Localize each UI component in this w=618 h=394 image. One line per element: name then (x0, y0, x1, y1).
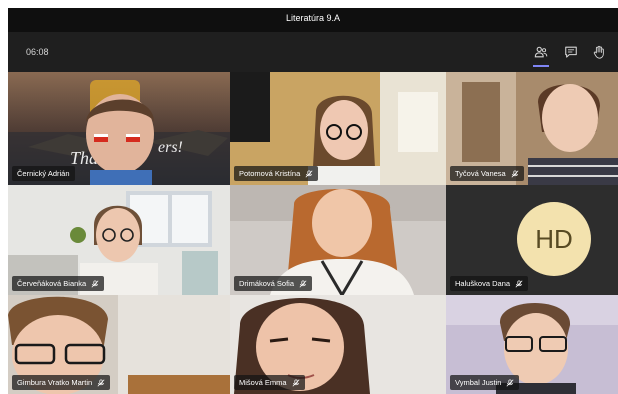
participant-tile[interactable]: Thank ers! Černický Adrián (8, 72, 230, 185)
participant-name-tag: Potomová Kristína (234, 166, 319, 181)
raise-hand-button[interactable] (588, 41, 610, 63)
meeting-title: Literatúra 9.A (285, 13, 341, 23)
participant-name: Vymbal Justin (455, 378, 502, 387)
participant-tile[interactable]: Potomová Kristína (230, 72, 446, 185)
microphone-muted-icon (305, 169, 313, 177)
participant-tile[interactable]: HD Haluškova Dana (446, 185, 618, 295)
participant-name: Haluškova Dana (455, 279, 511, 288)
participant-name-tag: Černický Adrián (12, 166, 75, 181)
participant-name: Černický Adrián (17, 169, 70, 178)
microphone-muted-icon (511, 169, 519, 177)
svg-text:ers!: ers! (158, 139, 183, 156)
participant-name: Mišová Emma (239, 378, 287, 387)
participant-name-tag: Gimbura Vratko Martin (12, 375, 111, 390)
microphone-muted-icon (299, 279, 307, 287)
participant-name-tag: Mišová Emma (234, 375, 305, 390)
participant-tile[interactable]: Červeňáková Bianka (8, 185, 230, 295)
microphone-muted-icon (506, 378, 514, 386)
participant-tile[interactable]: Vymbal Justin (446, 295, 618, 394)
microphone-muted-icon (97, 378, 105, 386)
microphone-muted-icon (91, 279, 99, 287)
microphone-muted-icon (515, 279, 523, 287)
participants-button[interactable] (530, 41, 552, 67)
participant-name-tag: Vymbal Justin (450, 375, 520, 390)
teams-meeting-window: Literatúra 9.A 06:08 Thank ers! Černický… (8, 8, 618, 394)
participant-name: Tyčová Vanesa (455, 169, 506, 178)
participant-tile[interactable]: Drimáková Sofia (230, 185, 446, 295)
meeting-timer: 06:08 (26, 47, 49, 57)
participant-tile[interactable]: Gimbura Vratko Martin (8, 295, 230, 394)
participant-name: Drimáková Sofia (239, 279, 295, 288)
chat-icon (565, 46, 577, 58)
participant-name-tag: Haluškova Dana (450, 276, 529, 291)
title-bar: Literatúra 9.A (8, 8, 618, 32)
participant-name-tag: Drimáková Sofia (234, 276, 313, 291)
participant-name: Gimbura Vratko Martin (17, 378, 93, 387)
participant-tile[interactable]: Tyčová Vanesa (446, 72, 618, 185)
chat-button[interactable] (560, 41, 582, 63)
participant-tile[interactable]: Mišová Emma (230, 295, 446, 394)
meeting-toolbar: 06:08 (8, 32, 618, 72)
participant-name-tag: Tyčová Vanesa (450, 166, 524, 181)
participants-icon (534, 46, 548, 58)
video-grid: Thank ers! Černický Adrián Potomová Kris… (8, 72, 618, 394)
raise-hand-icon (593, 45, 604, 59)
participant-name: Potomová Kristína (239, 169, 301, 178)
participant-name-tag: Červeňáková Bianka (12, 276, 105, 291)
participant-name: Červeňáková Bianka (17, 279, 87, 288)
microphone-muted-icon (292, 378, 299, 386)
avatar: HD (517, 202, 591, 276)
